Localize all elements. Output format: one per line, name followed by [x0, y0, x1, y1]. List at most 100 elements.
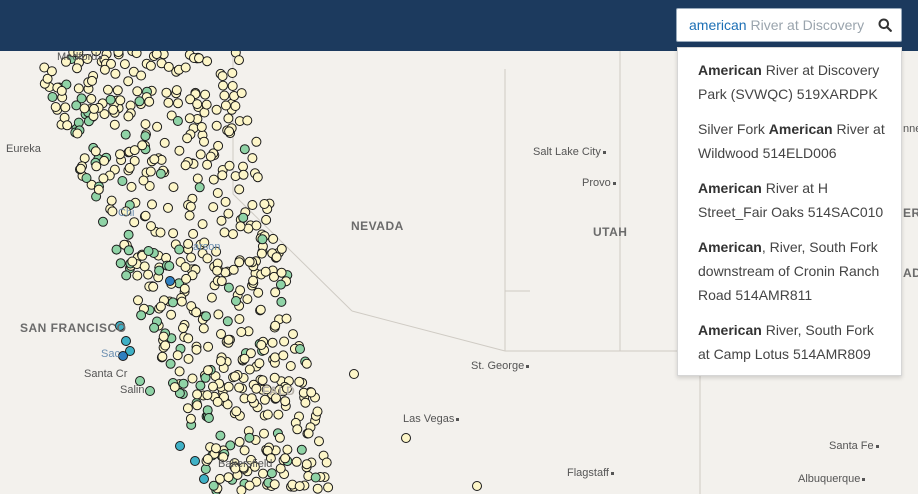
station-marker[interactable] — [271, 252, 282, 263]
station-marker[interactable] — [213, 140, 224, 151]
station-marker[interactable] — [99, 155, 110, 166]
station-marker[interactable] — [155, 168, 166, 179]
station-marker[interactable] — [178, 323, 188, 333]
station-marker[interactable] — [143, 246, 154, 256]
station-marker[interactable] — [201, 99, 212, 110]
station-marker[interactable] — [279, 336, 290, 347]
station-marker[interactable] — [212, 265, 223, 276]
station-marker[interactable] — [160, 340, 171, 351]
station-marker[interactable] — [234, 436, 245, 447]
station-marker[interactable] — [219, 90, 230, 101]
station-marker[interactable] — [223, 113, 234, 124]
station-marker[interactable] — [231, 296, 241, 306]
station-marker[interactable] — [203, 341, 214, 352]
station-marker[interactable] — [270, 287, 281, 298]
station-marker[interactable] — [166, 309, 177, 320]
station-marker[interactable] — [211, 443, 221, 454]
station-marker[interactable] — [211, 120, 222, 131]
station-marker[interactable] — [105, 94, 116, 105]
station-marker[interactable] — [220, 100, 231, 111]
station-marker[interactable] — [183, 333, 194, 344]
suggestion-item[interactable]: American, River, South Fork downstream o… — [678, 229, 901, 312]
station-marker[interactable] — [147, 199, 157, 210]
station-marker[interactable] — [191, 307, 202, 318]
station-marker[interactable] — [133, 295, 143, 306]
station-marker[interactable] — [158, 331, 169, 342]
station-marker[interactable] — [178, 378, 189, 389]
station-marker[interactable] — [217, 71, 228, 82]
station-marker[interactable] — [239, 144, 250, 155]
station-marker[interactable] — [89, 103, 99, 114]
station-marker[interactable] — [282, 444, 293, 455]
station-marker[interactable] — [185, 201, 196, 212]
station-marker[interactable] — [192, 173, 203, 184]
station-marker[interactable] — [91, 161, 102, 172]
station-marker[interactable] — [227, 81, 238, 91]
station-marker[interactable] — [149, 322, 160, 333]
station-marker[interactable] — [165, 358, 176, 369]
station-marker[interactable] — [190, 456, 200, 466]
station-marker[interactable] — [228, 264, 239, 275]
station-marker[interactable] — [321, 457, 332, 468]
station-marker[interactable] — [151, 51, 162, 60]
station-marker[interactable] — [181, 273, 192, 284]
station-marker[interactable] — [123, 229, 134, 240]
station-marker[interactable] — [187, 373, 198, 384]
station-marker[interactable] — [103, 84, 113, 95]
station-marker[interactable] — [168, 182, 179, 193]
station-marker[interactable] — [234, 314, 245, 324]
station-marker[interactable] — [235, 221, 246, 232]
station-marker[interactable] — [270, 352, 280, 363]
station-marker[interactable] — [288, 329, 298, 340]
station-marker[interactable] — [73, 83, 84, 94]
station-marker[interactable] — [200, 89, 211, 100]
station-marker[interactable] — [50, 102, 61, 112]
station-marker[interactable] — [121, 336, 131, 346]
station-marker[interactable] — [145, 166, 156, 177]
station-marker[interactable] — [266, 468, 277, 479]
station-marker[interactable] — [212, 396, 223, 407]
station-marker[interactable] — [180, 262, 191, 272]
station-marker[interactable] — [276, 296, 287, 307]
station-marker[interactable] — [230, 371, 240, 382]
station-marker[interactable] — [197, 219, 208, 230]
station-marker[interactable] — [131, 51, 142, 59]
station-marker[interactable] — [278, 350, 289, 361]
station-marker[interactable] — [113, 51, 124, 58]
station-marker[interactable] — [223, 472, 234, 483]
station-marker[interactable] — [144, 96, 155, 107]
station-marker[interactable] — [180, 160, 191, 171]
station-marker[interactable] — [183, 353, 194, 364]
station-marker[interactable] — [217, 170, 228, 181]
station-marker[interactable] — [222, 316, 233, 327]
station-marker[interactable] — [215, 356, 226, 367]
search-box[interactable]: american River at Discovery — [676, 8, 902, 42]
station-marker[interactable] — [86, 93, 97, 104]
station-marker[interactable] — [256, 248, 267, 259]
station-marker[interactable] — [146, 221, 156, 232]
station-marker[interactable] — [244, 256, 255, 267]
station-marker[interactable] — [244, 364, 255, 375]
station-marker[interactable] — [228, 229, 238, 240]
station-marker[interactable] — [123, 245, 134, 256]
station-marker[interactable] — [199, 474, 209, 484]
station-marker[interactable] — [119, 59, 130, 70]
station-marker[interactable] — [127, 256, 138, 267]
station-marker[interactable] — [155, 227, 166, 238]
station-marker[interactable] — [140, 131, 151, 142]
station-marker[interactable] — [239, 445, 250, 456]
station-marker[interactable] — [123, 111, 134, 122]
station-marker[interactable] — [244, 480, 255, 491]
station-marker[interactable] — [194, 182, 205, 193]
station-marker[interactable] — [215, 430, 226, 441]
station-marker[interactable] — [238, 169, 249, 180]
station-marker[interactable] — [81, 173, 92, 183]
station-marker[interactable] — [472, 481, 482, 491]
station-marker[interactable] — [231, 406, 242, 417]
station-marker[interactable] — [75, 163, 86, 174]
station-marker[interactable] — [208, 174, 219, 185]
station-marker[interactable] — [270, 320, 281, 331]
station-marker[interactable] — [165, 276, 175, 286]
station-marker[interactable] — [257, 234, 268, 245]
station-marker[interactable] — [247, 153, 258, 164]
